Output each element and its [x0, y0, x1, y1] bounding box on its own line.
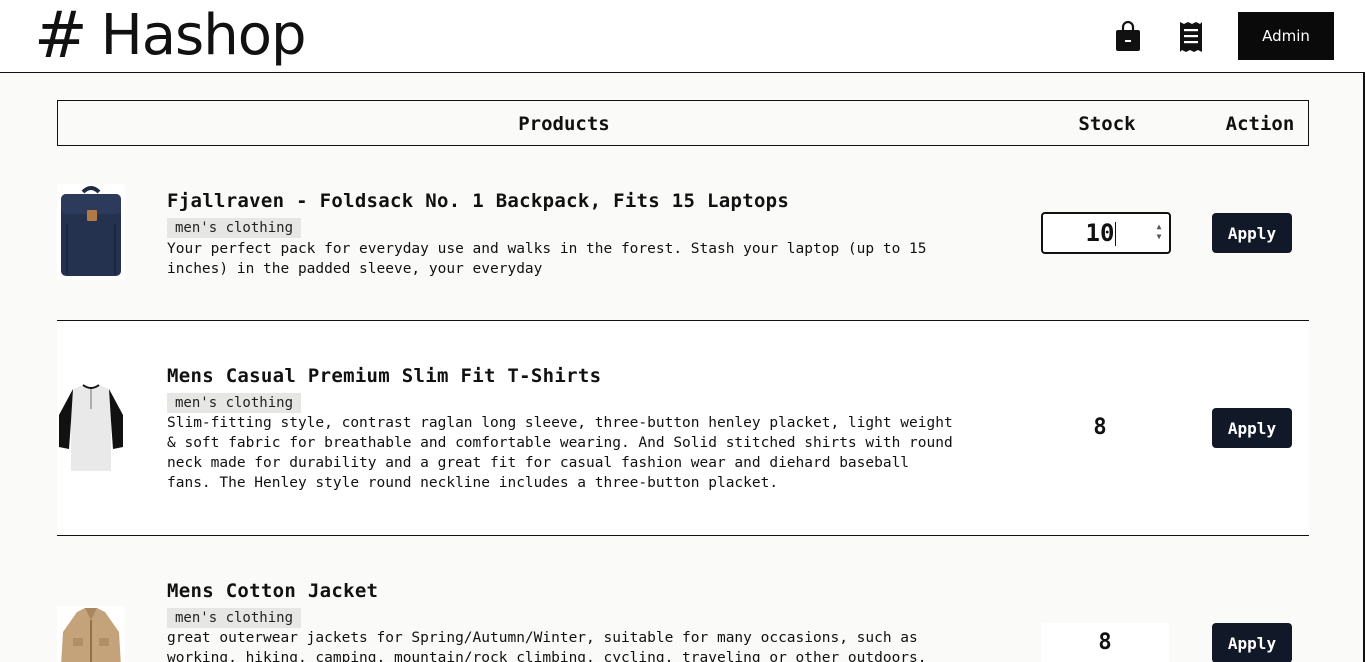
category-badge: men's clothing	[167, 218, 302, 238]
column-header-action: Action	[1225, 113, 1295, 135]
product-description: great outerwear jackets for Spring/Autum…	[167, 630, 927, 662]
apply-button[interactable]: Apply	[1212, 213, 1292, 253]
product-description: Slim-fitting style, contrast raglan long…	[167, 415, 953, 491]
text-caret	[1115, 222, 1117, 246]
table-header: Products Stock Action	[57, 100, 1309, 146]
logo[interactable]: # Hashop	[34, 0, 307, 73]
product-title: Mens Cotton Jacket	[167, 580, 379, 602]
column-header-products: Products	[518, 113, 610, 135]
table-row: Mens Casual Premium Slim Fit T-Shirts me…	[57, 321, 1309, 536]
category-badge: men's clothing	[167, 393, 302, 413]
table-row: Fjallraven - Foldsack No. 1 Backpack, Fi…	[57, 160, 1309, 321]
product-image-tshirt	[57, 381, 125, 475]
shopping-bag-icon[interactable]	[1113, 20, 1143, 54]
table-row: Mens Cotton Jacket men's clothing great …	[57, 536, 1309, 662]
stock-value[interactable]: 8	[1041, 623, 1169, 662]
apply-button[interactable]: Apply	[1212, 408, 1292, 448]
stock-input[interactable]: 10 ▲ ▼	[1041, 212, 1171, 254]
product-title: Fjallraven - Foldsack No. 1 Backpack, Fi…	[167, 190, 790, 212]
category-badge: men's clothing	[167, 608, 302, 628]
product-image-backpack	[57, 184, 125, 280]
stock-input-value: 10	[1085, 219, 1115, 247]
admin-button[interactable]: Admin	[1238, 12, 1334, 60]
product-title: Mens Casual Premium Slim Fit T-Shirts	[167, 365, 602, 387]
apply-button[interactable]: Apply	[1212, 623, 1292, 662]
column-header-stock: Stock	[1078, 113, 1136, 135]
receipt-icon[interactable]	[1176, 20, 1206, 54]
logo-text: Hashop	[100, 3, 307, 68]
top-header: # Hashop Admin	[0, 0, 1365, 73]
logo-hash-symbol: #	[34, 0, 88, 73]
stock-value[interactable]: 8	[1041, 408, 1159, 448]
stock-spinner[interactable]: ▲ ▼	[1155, 222, 1163, 242]
product-description: Your perfect pack for everyday use and w…	[167, 241, 927, 277]
product-image-jacket	[57, 606, 125, 662]
